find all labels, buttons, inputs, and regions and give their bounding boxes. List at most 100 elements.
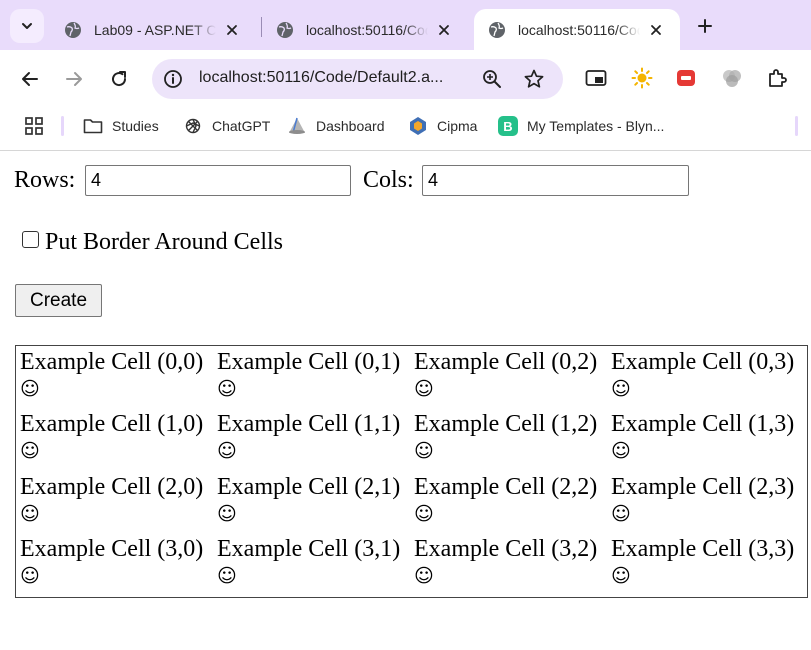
table-cell: Example Cell (1,2) ☺ <box>414 410 611 472</box>
url-text[interactable]: localhost:50116/Code/Default2.a... <box>199 69 443 87</box>
apps-button[interactable] <box>24 115 44 137</box>
cell-text: Example Cell (1,1) <box>217 411 401 438</box>
cell-text: Example Cell (2,3) <box>611 473 795 500</box>
extensions-puzzle-icon[interactable] <box>765 66 789 90</box>
smiley-icon: ☺ <box>611 440 631 463</box>
cell-text: Example Cell (3,2) <box>414 535 598 562</box>
close-icon[interactable] <box>224 22 240 38</box>
bookmark-label: Dashboard <box>316 118 385 134</box>
reload-button[interactable] <box>105 65 133 93</box>
cell-text: Example Cell (3,3) <box>611 535 795 562</box>
reload-icon <box>112 71 127 87</box>
smiley-icon: ☺ <box>414 440 434 463</box>
address-bar[interactable]: localhost:50116/Code/Default2.a... <box>152 59 563 99</box>
folder-icon <box>83 116 103 136</box>
tab-strip: Lab09 - ASP.NET Core localhost:50116/Cod… <box>0 0 811 50</box>
browser-toolbar: localhost:50116/Code/Default2.a... <box>0 50 811 108</box>
table-cell: Example Cell (0,0) ☺ <box>20 348 217 410</box>
bookmark-studies[interactable]: Studies <box>83 115 159 137</box>
zoom-icon[interactable] <box>482 69 502 89</box>
circles-extension-icon[interactable] <box>720 66 744 90</box>
back-button[interactable] <box>16 65 44 93</box>
smiley-icon: ☺ <box>611 564 631 587</box>
arrow-left-icon <box>22 72 38 86</box>
table-cell: Example Cell (1,0) ☺ <box>20 410 217 472</box>
bookmark-divider <box>795 116 798 136</box>
table-cell: Example Cell (3,1) ☺ <box>217 535 414 597</box>
cell-text: Example Cell (0,3) <box>611 349 795 375</box>
bookmarks-bar: Studies ChatGPT Dashboard Cipma B My Tem… <box>0 108 811 151</box>
bookmark-label: My Templates - Blyn... <box>527 118 665 134</box>
table-cell: Example Cell (3,2) ☺ <box>414 535 611 597</box>
tab-localhost-1[interactable]: localhost:50116/Code/Default2.aspx <box>262 9 472 50</box>
bookmark-chatgpt[interactable]: ChatGPT <box>183 115 270 137</box>
smiley-icon: ☺ <box>20 502 40 525</box>
close-icon[interactable] <box>648 22 664 38</box>
border-checkbox-label: Put Border Around Cells <box>45 229 283 255</box>
smiley-icon: ☺ <box>414 378 434 400</box>
apps-grid-icon <box>25 117 43 135</box>
cipma-icon <box>408 116 428 136</box>
svg-text:B: B <box>503 119 512 134</box>
plus-icon <box>698 19 712 33</box>
smiley-icon: ☺ <box>217 502 237 525</box>
table-cell: Example Cell (3,0) ☺ <box>20 535 217 597</box>
smiley-icon: ☺ <box>217 378 237 400</box>
page-content: Rows: Cols: Put Border Around Cells Crea… <box>0 151 811 650</box>
border-checkbox[interactable] <box>22 231 39 248</box>
tab-title: localhost:50116/Code/Default2.aspx <box>306 21 428 38</box>
smiley-icon: ☺ <box>611 378 631 400</box>
info-icon[interactable] <box>162 68 184 90</box>
forward-button[interactable] <box>60 65 88 93</box>
table-cell: Example Cell (1,1) ☺ <box>217 410 414 472</box>
cell-text: Example Cell (3,1) <box>217 535 401 562</box>
arrow-right-icon <box>66 72 82 86</box>
bookmark-dashboard[interactable]: Dashboard <box>287 115 385 137</box>
smiley-icon: ☺ <box>414 502 434 525</box>
picture-in-picture-icon[interactable] <box>584 66 608 90</box>
close-icon[interactable] <box>436 22 452 38</box>
cell-text: Example Cell (3,0) <box>20 535 204 562</box>
smiley-icon: ☺ <box>414 564 434 587</box>
tab-localhost-active[interactable]: localhost:50116/Code/Default2.aspx <box>474 9 680 50</box>
tab-search-button[interactable] <box>10 9 44 43</box>
cell-text: Example Cell (1,3) <box>611 411 795 438</box>
cell-text: Example Cell (2,2) <box>414 473 598 500</box>
table-cell: Example Cell (3,3) ☺ <box>611 535 808 597</box>
table-cell: Example Cell (1,3) ☺ <box>611 410 808 472</box>
dark-reader-icon[interactable] <box>630 66 654 90</box>
cols-label: Cols: <box>363 167 414 193</box>
tab-title: Lab09 - ASP.NET Core <box>94 21 216 38</box>
cell-text: Example Cell (1,0) <box>20 411 204 438</box>
rows-input[interactable] <box>85 165 351 196</box>
tab-lab09[interactable]: Lab09 - ASP.NET Core <box>50 9 258 50</box>
cell-text: Example Cell (2,1) <box>217 473 401 500</box>
table-cell: Example Cell (2,3) ☺ <box>611 473 808 535</box>
globe-icon <box>277 21 293 38</box>
table-cell: Example Cell (0,3) ☺ <box>611 348 808 410</box>
bookmark-divider <box>61 116 64 136</box>
new-tab-button[interactable] <box>690 12 720 40</box>
bookmark-label: Cipma <box>437 118 478 134</box>
table-cell: Example Cell (2,1) ☺ <box>217 473 414 535</box>
globe-icon <box>65 21 81 38</box>
smiley-icon: ☺ <box>20 378 40 400</box>
bookmark-label: Studies <box>112 118 159 134</box>
red-extension-icon[interactable] <box>674 66 698 90</box>
smiley-icon: ☺ <box>611 502 631 525</box>
cols-input[interactable] <box>422 165 689 196</box>
table-cell: Example Cell (2,2) ☺ <box>414 473 611 535</box>
cell-text: Example Cell (0,2) <box>414 349 598 375</box>
example-table: Example Cell (0,0) ☺ Example Cell (0,1) ☺ Ex… <box>15 345 808 598</box>
blyn-icon: B <box>498 116 518 136</box>
bookmark-my-templates[interactable]: B My Templates - Blyn... <box>498 115 664 137</box>
table-cell: Example Cell (0,2) ☺ <box>414 348 611 410</box>
table-cell: Example Cell (0,1) ☺ <box>217 348 414 410</box>
bookmark-cipma[interactable]: Cipma <box>408 115 477 137</box>
rows-label: Rows: <box>14 167 76 193</box>
create-button[interactable]: Create <box>15 284 102 317</box>
smiley-icon: ☺ <box>20 440 40 463</box>
bookmark-star-icon[interactable] <box>523 68 545 90</box>
globe-icon <box>489 21 505 38</box>
smiley-icon: ☺ <box>20 564 40 587</box>
